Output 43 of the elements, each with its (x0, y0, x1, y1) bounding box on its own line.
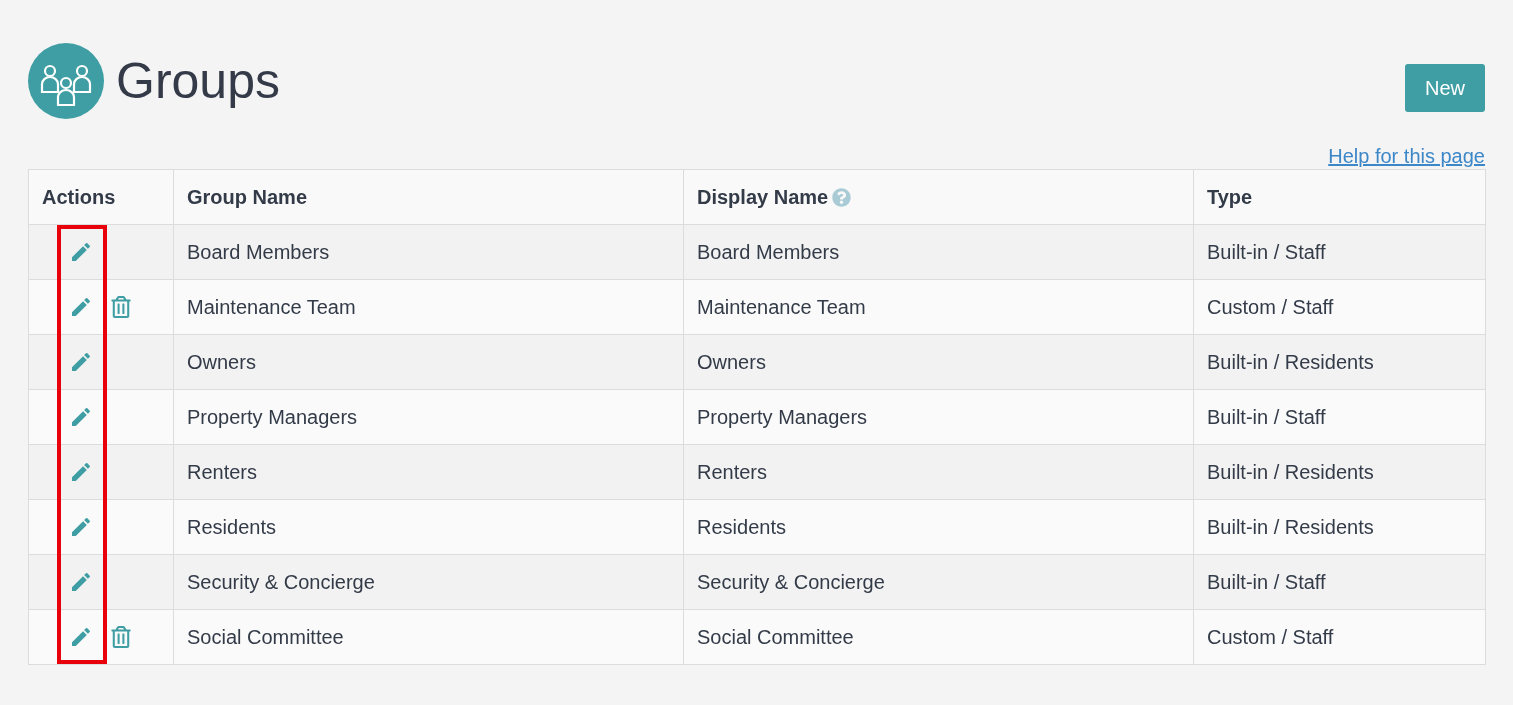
help-icon[interactable] (832, 187, 852, 207)
table-cell: Residents (697, 516, 786, 538)
table-cell: Residents (187, 516, 276, 538)
group-people-icon (28, 43, 104, 119)
table-cell: Custom / Staff (1207, 626, 1334, 648)
table-cell: Built-in / Staff (1207, 406, 1326, 428)
table-cell: Built-in / Staff (1207, 241, 1326, 263)
table-cell: Renters (187, 461, 258, 483)
column-header: Actions (42, 185, 116, 210)
table-cell: Custom / Staff (1207, 296, 1334, 318)
table-cell: Owners (697, 351, 766, 373)
table-cell: Social Committee (187, 626, 344, 648)
column-header: Group Name (187, 185, 308, 210)
edit-pencil-icon[interactable] (69, 625, 93, 649)
table-cell: Social Committee (697, 626, 854, 648)
edit-pencil-icon[interactable] (69, 570, 93, 594)
column-header: Type (1207, 185, 1253, 210)
page-title: Groups (116, 56, 280, 106)
table-cell: Built-in / Staff (1207, 571, 1326, 593)
table-cell: Property Managers (697, 406, 868, 428)
table-cell: Owners (187, 351, 256, 373)
table-cell: Renters (697, 461, 768, 483)
edit-pencil-icon[interactable] (69, 460, 93, 484)
edit-pencil-icon[interactable] (69, 515, 93, 539)
edit-pencil-icon[interactable] (69, 240, 93, 264)
table-cell: Built-in / Residents (1207, 516, 1374, 538)
table-cell: Maintenance Team (187, 296, 356, 318)
table-cell: Board Members (187, 241, 330, 263)
table-cell: Security & Concierge (697, 571, 885, 593)
edit-pencil-icon[interactable] (69, 405, 93, 429)
trash-icon[interactable] (111, 296, 131, 318)
table-cell: Board Members (697, 241, 840, 263)
help-link[interactable]: Help for this page (1328, 143, 1485, 169)
edit-pencil-icon[interactable] (69, 295, 93, 319)
table-cell: Built-in / Residents (1207, 351, 1374, 373)
table-cell: Maintenance Team (697, 296, 866, 318)
new-button[interactable]: New (1405, 64, 1485, 112)
table-cell: Property Managers (187, 406, 358, 428)
table-cell: Built-in / Residents (1207, 461, 1374, 483)
edit-pencil-icon[interactable] (69, 350, 93, 374)
column-header: Display Name (697, 185, 829, 210)
table-cell: Security & Concierge (187, 571, 375, 593)
trash-icon[interactable] (111, 626, 131, 648)
